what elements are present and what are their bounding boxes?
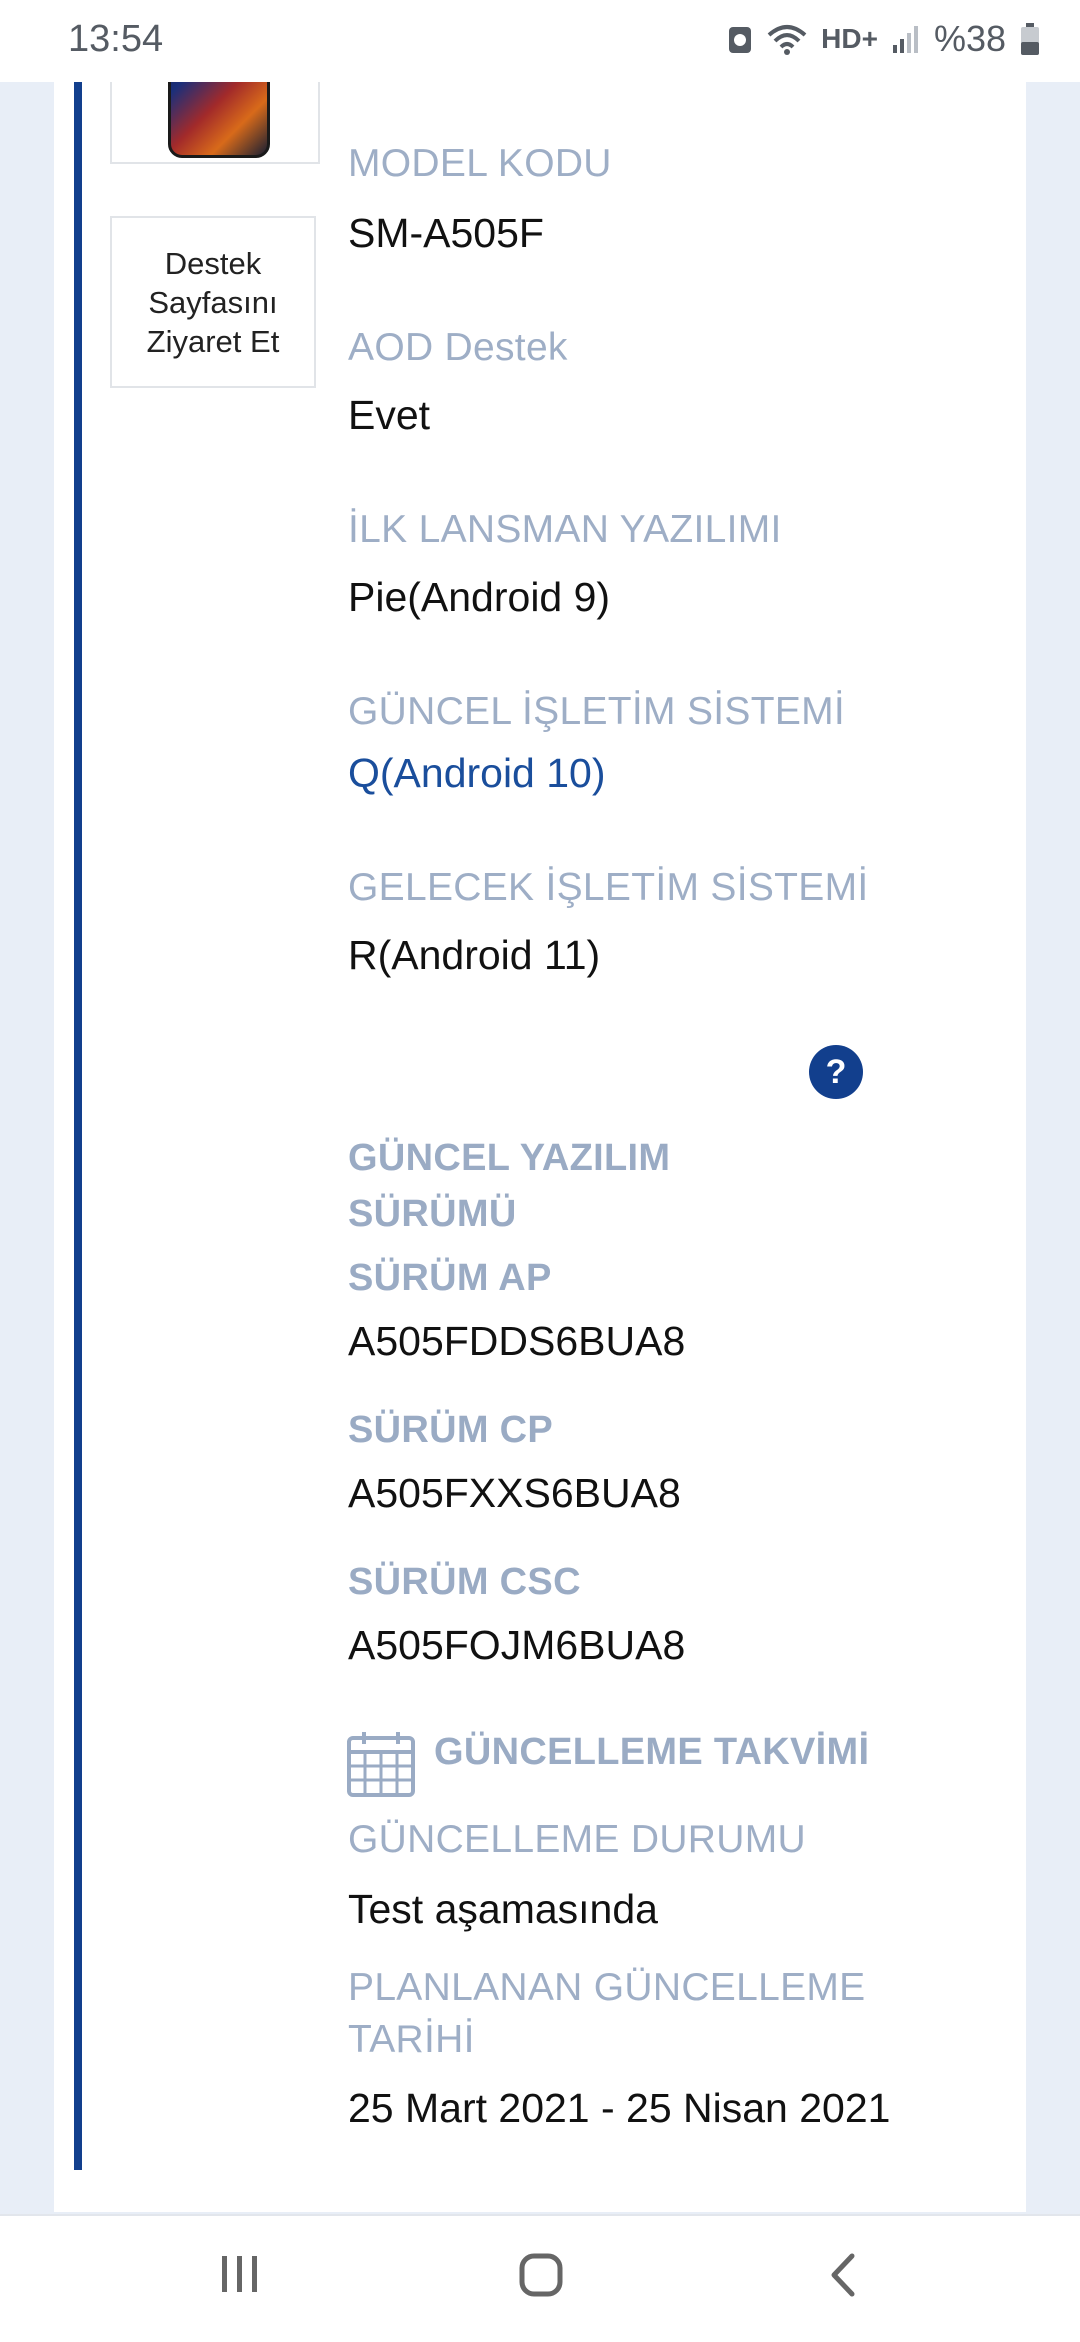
model-code-label: MODEL KODU bbox=[348, 142, 612, 185]
help-button[interactable]: ? bbox=[809, 1045, 863, 1099]
battery-icon bbox=[1020, 22, 1040, 56]
first-launch-value: Pie(Android 9) bbox=[348, 574, 611, 620]
planned-date-label: PLANLANAN GÜNCELLEME TARİHİ bbox=[348, 1966, 866, 2061]
recent-apps-icon[interactable] bbox=[218, 2252, 262, 2301]
model-code-value: SM-A505F bbox=[348, 210, 544, 256]
battery-level: %38 bbox=[933, 18, 1006, 59]
aod-label: AOD Destek bbox=[348, 326, 568, 369]
update-status-label: GÜNCELLEME DURUMU bbox=[348, 1818, 806, 1861]
support-page-label: Destek Sayfasını Ziyaret Et bbox=[146, 245, 280, 359]
update-schedule-title: GÜNCELLEME TAKVİMİ bbox=[434, 1731, 870, 1773]
accent-bar bbox=[74, 82, 82, 2170]
status-bar: 13:54 HD+ %38 bbox=[0, 0, 1080, 82]
software-version-title: GÜNCEL YAZILIM SÜRÜMÜ bbox=[348, 1137, 671, 1235]
support-page-button[interactable]: Destek Sayfasını Ziyaret Et bbox=[110, 216, 316, 388]
aod-value: Evet bbox=[348, 392, 431, 438]
status-icons: HD+ %38 bbox=[727, 18, 1040, 60]
current-os-label: GÜNCEL İŞLETİM SİSTEMİ bbox=[348, 690, 846, 733]
network-type: HD+ bbox=[821, 23, 878, 54]
version-ap-label: SÜRÜM AP bbox=[348, 1257, 552, 1299]
version-csc-label: SÜRÜM CSC bbox=[348, 1561, 581, 1603]
planned-date-clip: 25 Mart 2021 - 25 Nisan 2021 bbox=[348, 2082, 948, 2166]
signal-icon bbox=[892, 23, 920, 55]
current-os-value[interactable]: Q(Android 10) bbox=[348, 750, 606, 797]
version-cp-label: SÜRÜM CP bbox=[348, 1409, 554, 1451]
first-launch-label: İLK LANSMAN YAZILIMI bbox=[348, 508, 782, 551]
wifi-icon bbox=[767, 23, 807, 55]
product-image bbox=[168, 82, 270, 158]
version-csc-value: A505FOJM6BUA8 bbox=[348, 1622, 686, 1668]
home-icon[interactable] bbox=[518, 2252, 564, 2303]
calendar-icon bbox=[346, 1730, 416, 1803]
future-os-label: GELECEK İŞLETİM SİSTEMİ bbox=[348, 866, 869, 909]
back-icon[interactable] bbox=[826, 2252, 860, 2303]
planned-date-value: 25 Mart 2021 - 25 Nisan 2021 bbox=[348, 2085, 891, 2131]
product-image-box bbox=[110, 82, 320, 164]
version-cp-value: A505FXXS6BUA8 bbox=[348, 1470, 681, 1516]
status-time: 13:54 bbox=[68, 18, 164, 60]
device-info-card: Destek Sayfasını Ziyaret Et MODEL KODU S… bbox=[54, 82, 1026, 2212]
navigation-bar bbox=[0, 2214, 1080, 2342]
update-status-value: Test aşamasında bbox=[348, 1886, 658, 1932]
notification-icon bbox=[727, 23, 753, 55]
future-os-value: R(Android 11) bbox=[348, 932, 601, 978]
version-ap-value: A505FDDS6BUA8 bbox=[348, 1318, 686, 1364]
